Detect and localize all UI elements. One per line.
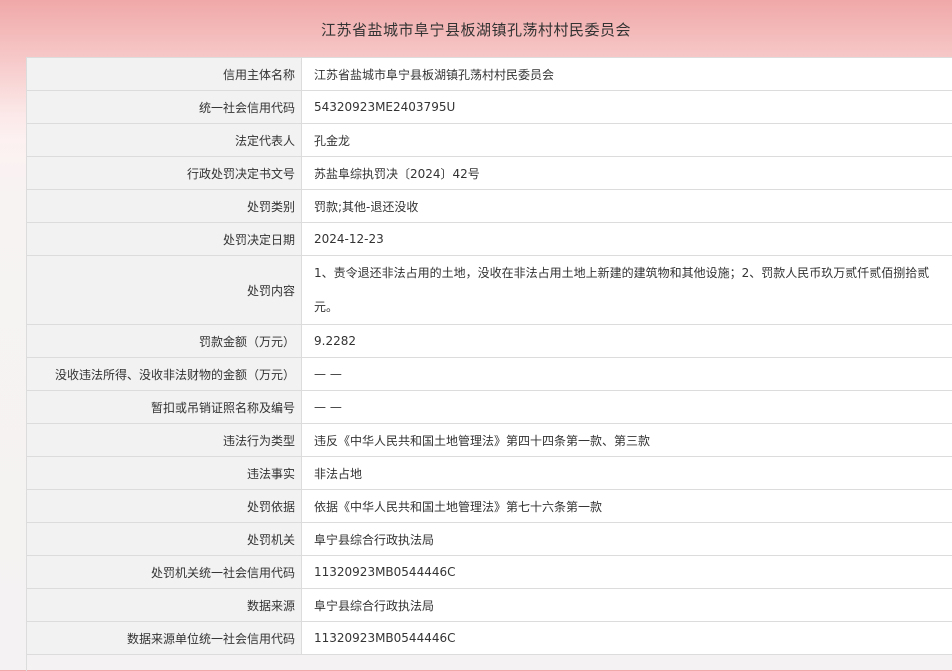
row-value: 孔金龙 (302, 124, 952, 157)
row-value: 1、责令退还非法占用的土地，没收在非法占用土地上新建的建筑物和其他设施；2、罚款… (302, 256, 952, 325)
row-value: 54320923ME2403795U (302, 91, 952, 124)
row-label: 处罚依据 (27, 490, 302, 523)
row-legal-representative: 法定代表人 孔金龙 (27, 124, 952, 157)
row-label: 数据来源单位统一社会信用代码 (27, 622, 302, 655)
row-credit-subject-name: 信用主体名称 江苏省盐城市阜宁县板湖镇孔荡村村民委员会 (27, 58, 952, 91)
row-penalty-basis: 处罚依据 依据《中华人民共和国土地管理法》第七十六条第一款 (27, 490, 952, 523)
penalty-info-table: 信用主体名称 江苏省盐城市阜宁县板湖镇孔荡村村民委员会 统一社会信用代码 543… (26, 57, 952, 671)
row-authority-credit-code: 处罚机关统一社会信用代码 11320923MB0544446C (27, 556, 952, 589)
row-value: — — (302, 358, 952, 391)
row-decision-number: 行政处罚决定书文号 苏盐阜综执罚决〔2024〕42号 (27, 157, 952, 190)
row-confiscation-amount: 没收违法所得、没收非法财物的金额（万元） — — (27, 358, 952, 391)
row-label: 法定代表人 (27, 124, 302, 157)
row-value: — — (302, 391, 952, 424)
row-license-revocation: 暂扣或吊销证照名称及编号 — — (27, 391, 952, 424)
row-decision-date: 处罚决定日期 2024-12-23 (27, 223, 952, 256)
row-value: 11320923MB0544446C (302, 556, 952, 589)
page-title: 江苏省盐城市阜宁县板湖镇孔荡村村民委员会 (0, 19, 952, 40)
row-label: 行政处罚决定书文号 (27, 157, 302, 190)
row-label: 处罚机关 (27, 523, 302, 556)
row-violation-facts: 违法事实 非法占地 (27, 457, 952, 490)
row-label: 处罚决定日期 (27, 223, 302, 256)
row-label: 数据来源 (27, 589, 302, 622)
row-penalty-authority: 处罚机关 阜宁县综合行政执法局 (27, 523, 952, 556)
row-violation-type: 违法行为类型 违反《中华人民共和国土地管理法》第四十四条第一款、第三款 (27, 424, 952, 457)
row-value: 违反《中华人民共和国土地管理法》第四十四条第一款、第三款 (302, 424, 952, 457)
row-value: 罚款;其他-退还没收 (302, 190, 952, 223)
row-fine-amount: 罚款金额（万元） 9.2282 (27, 325, 952, 358)
row-label: 统一社会信用代码 (27, 91, 302, 124)
row-label: 信用主体名称 (27, 58, 302, 91)
row-value: 依据《中华人民共和国土地管理法》第七十六条第一款 (302, 490, 952, 523)
row-value: 9.2282 (302, 325, 952, 358)
row-value: 江苏省盐城市阜宁县板湖镇孔荡村村民委员会 (302, 58, 952, 91)
row-value: 苏盐阜综执罚决〔2024〕42号 (302, 157, 952, 190)
row-penalty-content: 处罚内容 1、责令退还非法占用的土地，没收在非法占用土地上新建的建筑物和其他设施… (27, 256, 952, 325)
row-label: 处罚机关统一社会信用代码 (27, 556, 302, 589)
row-label: 没收违法所得、没收非法财物的金额（万元） (27, 358, 302, 391)
row-label: 处罚内容 (27, 256, 302, 325)
row-value: 11320923MB0544446C (302, 622, 952, 655)
row-label: 违法事实 (27, 457, 302, 490)
row-data-source: 数据来源 阜宁县综合行政执法局 (27, 589, 952, 622)
row-label: 暂扣或吊销证照名称及编号 (27, 391, 302, 424)
row-value: 阜宁县综合行政执法局 (302, 523, 952, 556)
row-penalty-category: 处罚类别 罚款;其他-退还没收 (27, 190, 952, 223)
row-value: 非法占地 (302, 457, 952, 490)
row-credit-code: 统一社会信用代码 54320923ME2403795U (27, 91, 952, 124)
row-source-credit-code: 数据来源单位统一社会信用代码 11320923MB0544446C (27, 622, 952, 655)
row-label: 违法行为类型 (27, 424, 302, 457)
row-label: 处罚类别 (27, 190, 302, 223)
row-label: 罚款金额（万元） (27, 325, 302, 358)
row-value: 2024-12-23 (302, 223, 952, 256)
info-table: 信用主体名称 江苏省盐城市阜宁县板湖镇孔荡村村民委员会 统一社会信用代码 543… (27, 58, 952, 655)
row-value: 阜宁县综合行政执法局 (302, 589, 952, 622)
